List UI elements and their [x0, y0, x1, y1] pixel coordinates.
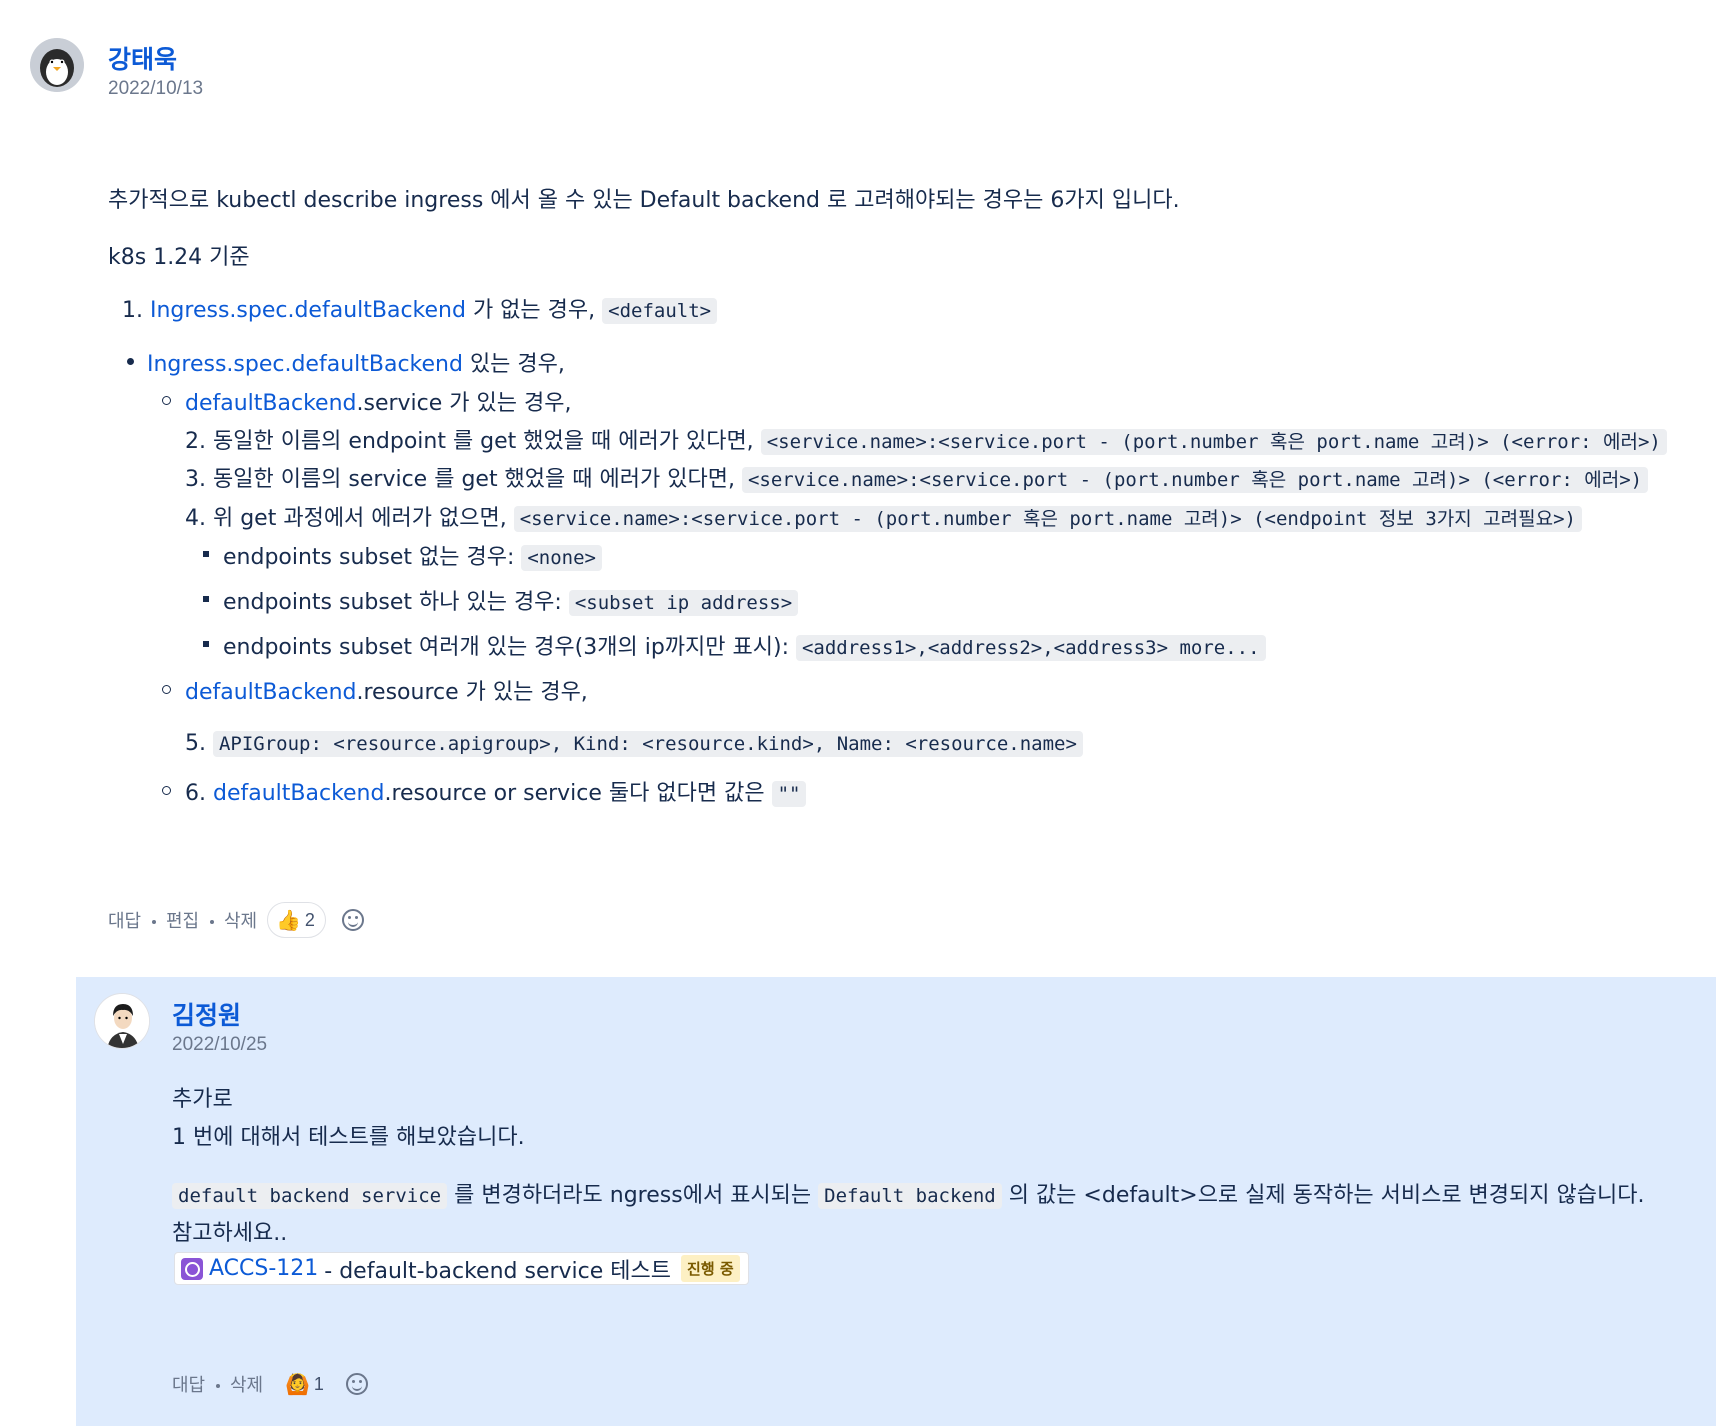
default-backend-link[interactable]: Ingress.spec.defaultBackend [150, 298, 466, 323]
list-item-text: endpoints subset 여러개 있는 경우(3개의 ip까지만 표시)… [223, 635, 796, 660]
sub-item-1: endpoints subset 없는 경우: <none> [223, 539, 602, 571]
reply-line-3: default backend service 를 변경하더라도 ngress에… [172, 1177, 1644, 1209]
list-item-4: 4. 위 get 과정에서 에러가 없으면, <service.name>:<s… [185, 500, 1582, 532]
list-number: 1. [122, 298, 143, 323]
reply-text: 를 변경하더라도 ngress에서 표시되는 [447, 1183, 819, 1208]
square-marker [203, 641, 209, 647]
status-badge: 진행 중 [681, 1255, 740, 1282]
thumbs-up-icon: 👍 [276, 909, 301, 932]
jira-issue-card[interactable]: ACCS-121 - default-backend service 테스트 진… [174, 1252, 749, 1285]
default-backend-link[interactable]: Ingress.spec.defaultBackend [147, 352, 463, 377]
reaction-ok-gesture[interactable]: 🙆 1 [276, 1366, 335, 1402]
list-item-5: 5. APIGroup: <resource.apigroup>, Kind: … [185, 731, 1083, 757]
reply-line-4: 참고하세요.. [172, 1221, 288, 1246]
add-reaction-icon[interactable] [346, 1373, 368, 1395]
inline-code: APIGroup: <resource.apigroup>, Kind: <re… [212, 731, 1083, 757]
list-item-text: endpoints subset 없는 경우: [223, 545, 522, 570]
list-number: 5. [185, 731, 213, 756]
inline-code: "" [771, 781, 807, 807]
reply-action[interactable]: 대답 [108, 907, 141, 933]
list-item-text: 4. 위 get 과정에서 에러가 없으면, [185, 506, 514, 531]
person-avatar-icon [95, 994, 149, 1048]
list-item-text: .service 가 있는 경우, [356, 391, 572, 416]
list-item-1: 1. Ingress.spec.defaultBackend 가 없는 경우, … [122, 292, 718, 324]
edit-action[interactable]: 편집 [166, 907, 199, 933]
penguin-avatar-icon [30, 38, 84, 92]
inline-code: default backend service [172, 1183, 448, 1209]
inline-code: <subset ip address> [568, 590, 799, 616]
reply-action[interactable]: 대답 [172, 1371, 205, 1397]
list-item-text: .resource or service 둘다 없다면 값은 [384, 781, 772, 806]
separator-dot [210, 920, 214, 924]
comment-date: 2022/10/13 [108, 78, 204, 99]
square-marker [203, 551, 209, 557]
list-item-text: 가 없는 경우, [465, 298, 603, 323]
ok-gesture-icon: 🙆 [285, 1373, 310, 1396]
inline-code: <service.name>:<service.port - (port.num… [760, 429, 1667, 455]
reply-author[interactable]: 김정원 [172, 996, 241, 1032]
jira-issue-title: - default-backend service 테스트 [324, 1258, 672, 1284]
inline-code: <service.name>:<service.port - (port.num… [513, 506, 1582, 532]
reply-line-2: 1 번에 대해서 테스트를 해보았습니다. [172, 1125, 525, 1150]
reaction-count: 1 [313, 1373, 324, 1394]
inline-code: <none> [521, 545, 602, 571]
delete-action[interactable]: 삭제 [224, 907, 257, 933]
inline-code: <address1>,<address2>,<address3> more... [795, 635, 1266, 661]
avatar[interactable] [30, 38, 84, 92]
sub-item-3: endpoints subset 여러개 있는 경우(3개의 ip까지만 표시)… [223, 629, 1266, 661]
circle-marker [162, 396, 171, 405]
separator-dot [216, 1384, 220, 1388]
bullet-marker [127, 358, 134, 365]
square-marker [203, 596, 209, 602]
separator-dot [152, 920, 156, 924]
circle-marker [162, 685, 171, 694]
reply-date: 2022/10/25 [172, 1034, 268, 1055]
list-item-text: .resource 가 있는 경우, [356, 680, 588, 705]
list-item-text: 있는 경우, [462, 352, 565, 377]
default-backend-link[interactable]: defaultBackend [213, 781, 384, 806]
list-item-text: endpoints subset 하나 있는 경우: [223, 590, 569, 615]
reply-line-1: 추가로 [172, 1087, 233, 1112]
list-item-6: 6. defaultBackend.resource or service 둘다… [185, 775, 807, 807]
circle-marker [162, 786, 171, 795]
inline-code: <service.name>:<service.port - (port.num… [741, 467, 1649, 493]
avatar[interactable] [94, 993, 150, 1049]
sub-item-2: endpoints subset 하나 있는 경우: <subset ip ad… [223, 584, 799, 616]
list-item-3: 3. 동일한 이름의 service 를 get 했었을 때 에러가 있다면, … [185, 461, 1649, 493]
inline-code: <default> [602, 298, 718, 324]
list-item-resource: defaultBackend.resource 가 있는 경우, [185, 674, 588, 706]
list-item-service: defaultBackend.service 가 있는 경우, [185, 385, 571, 417]
reaction-count: 2 [304, 909, 315, 930]
default-backend-link[interactable]: defaultBackend [185, 391, 356, 416]
list-item-text: 2. 동일한 이름의 endpoint 를 get 했었을 때 에러가 있다면, [185, 429, 761, 454]
delete-action[interactable]: 삭제 [230, 1371, 263, 1397]
add-reaction-icon[interactable] [342, 909, 364, 931]
jira-issue-key[interactable]: ACCS-121 [209, 1256, 318, 1281]
inline-code: Default backend [818, 1183, 1002, 1209]
list-number: 6. [185, 781, 213, 806]
comment-intro: 추가적으로 kubectl describe ingress 에서 올 수 있는… [108, 188, 1180, 213]
list-item-exists: Ingress.spec.defaultBackend 있는 경우, [147, 346, 565, 378]
list-item-text: 3. 동일한 이름의 service 를 get 했었을 때 에러가 있다면, [185, 467, 742, 492]
reaction-thumbs-up[interactable]: 👍 2 [267, 902, 326, 938]
reply-text: 의 값는 <default>으로 실제 동작하는 서비스로 변경되지 않습니다. [1001, 1183, 1645, 1208]
comment-author[interactable]: 강태욱 [108, 40, 177, 76]
default-backend-link[interactable]: defaultBackend [185, 680, 356, 705]
jira-issue-icon [181, 1257, 203, 1280]
list-item-2: 2. 동일한 이름의 endpoint 를 get 했었을 때 에러가 있다면,… [185, 423, 1667, 455]
version-note: k8s 1.24 기준 [108, 245, 250, 270]
